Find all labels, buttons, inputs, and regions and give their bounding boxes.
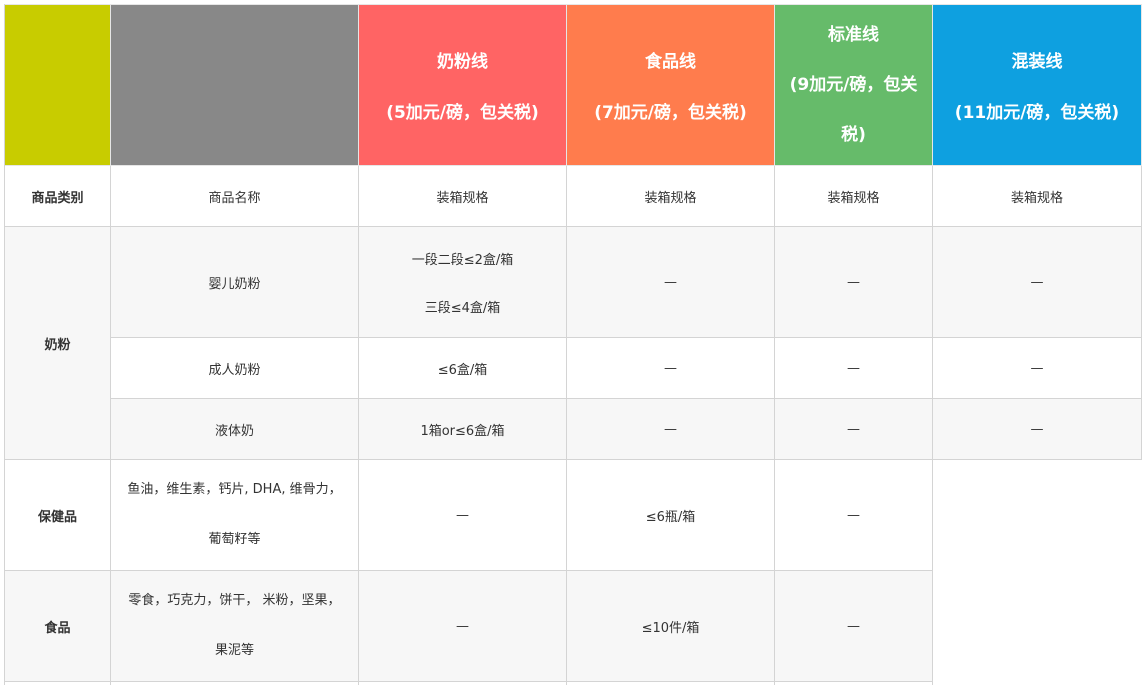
header-name-cell (111, 5, 359, 166)
header-food-line: 食品线 (7加元/磅，包关税) (567, 5, 775, 166)
food-milk-line-spec: — (359, 571, 567, 682)
milk-line-price: (5加元/磅，包关税) (386, 103, 539, 123)
product-adult-formula: 成人奶粉 (111, 338, 359, 399)
adult-milk-line-spec: ≤6盒/箱 (359, 338, 567, 399)
infant-spec-line-2: 三段≤4盒/箱 (424, 300, 501, 316)
standard-line-price-1: (9加元/磅，包关 (789, 75, 918, 95)
milk-line-title: 奶粉线 (437, 52, 488, 72)
health-standard-line-spec: — (775, 460, 933, 571)
product-infant-formula: 婴儿奶粉 (111, 227, 359, 338)
infant-spec-line-1: 一段二段≤2盒/箱 (411, 252, 514, 268)
liquid-standard-line-spec: — (775, 399, 933, 460)
infant-milk-line-spec: 一段二段≤2盒/箱 三段≤4盒/箱 (359, 227, 567, 338)
header-corner-cell (5, 5, 111, 166)
column-spec-standard: 装箱规格 (775, 166, 933, 227)
standard-line-price-2: 税) (841, 125, 866, 145)
product-food-items: 零食，巧克力，饼干， 米粉，坚果， 果泥等 (111, 571, 359, 682)
column-spec-mixed: 装箱规格 (933, 166, 1142, 227)
column-spec-milk: 装箱规格 (359, 166, 567, 227)
mixed-line-title: 混装线 (1011, 52, 1063, 72)
infant-standard-line-spec: — (775, 227, 933, 338)
liquid-mixed-line-spec: — (933, 399, 1142, 460)
food-standard-line-spec: — (775, 571, 933, 682)
header-mixed-line: 混装线 (11加元/磅，包关税) (933, 5, 1142, 166)
category-milk-powder: 奶粉 (5, 227, 111, 460)
liquid-milk-line-spec: 1箱or≤6盒/箱 (359, 399, 567, 460)
infant-mixed-line-spec: — (933, 227, 1142, 338)
header-milk-powder-line: 奶粉线 (5加元/磅，包关税) (359, 5, 567, 166)
adult-mixed-line-spec: — (933, 338, 1142, 399)
food-name-line-1: 零食，巧克力，饼干， 米粉，坚果， (128, 593, 341, 608)
health-name-line-2: 葡萄籽等 (208, 532, 261, 547)
liquid-food-line-spec: — (567, 399, 775, 460)
food-name-line-2: 果泥等 (214, 643, 254, 658)
product-liquid-milk: 液体奶 (111, 399, 359, 460)
column-category: 商品类别 (5, 166, 111, 227)
food-food-line-spec: ≤10件/箱 (567, 571, 775, 682)
column-name: 商品名称 (111, 166, 359, 227)
health-milk-line-spec: — (359, 460, 567, 571)
infant-food-line-spec: — (567, 227, 775, 338)
mixed-line-price: (11加元/磅，包关税) (954, 103, 1120, 123)
adult-standard-line-spec: — (775, 338, 933, 399)
standard-line-title: 标准线 (828, 25, 879, 45)
header-standard-line: 标准线 (9加元/磅，包关 税) (775, 5, 933, 166)
adult-food-line-spec: — (567, 338, 775, 399)
food-line-title: 食品线 (645, 52, 696, 72)
health-food-line-spec: ≤6瓶/箱 (567, 460, 775, 571)
health-name-line-1: 鱼油，维生素，钙片, DHA, 维骨力， (127, 482, 342, 497)
product-health-supplements: 鱼油，维生素，钙片, DHA, 维骨力， 葡萄籽等 (111, 460, 359, 571)
category-food: 食品 (5, 571, 111, 682)
column-spec-food: 装箱规格 (567, 166, 775, 227)
category-health-products: 保健品 (5, 460, 111, 571)
food-line-price: (7加元/磅，包关税) (594, 103, 747, 123)
